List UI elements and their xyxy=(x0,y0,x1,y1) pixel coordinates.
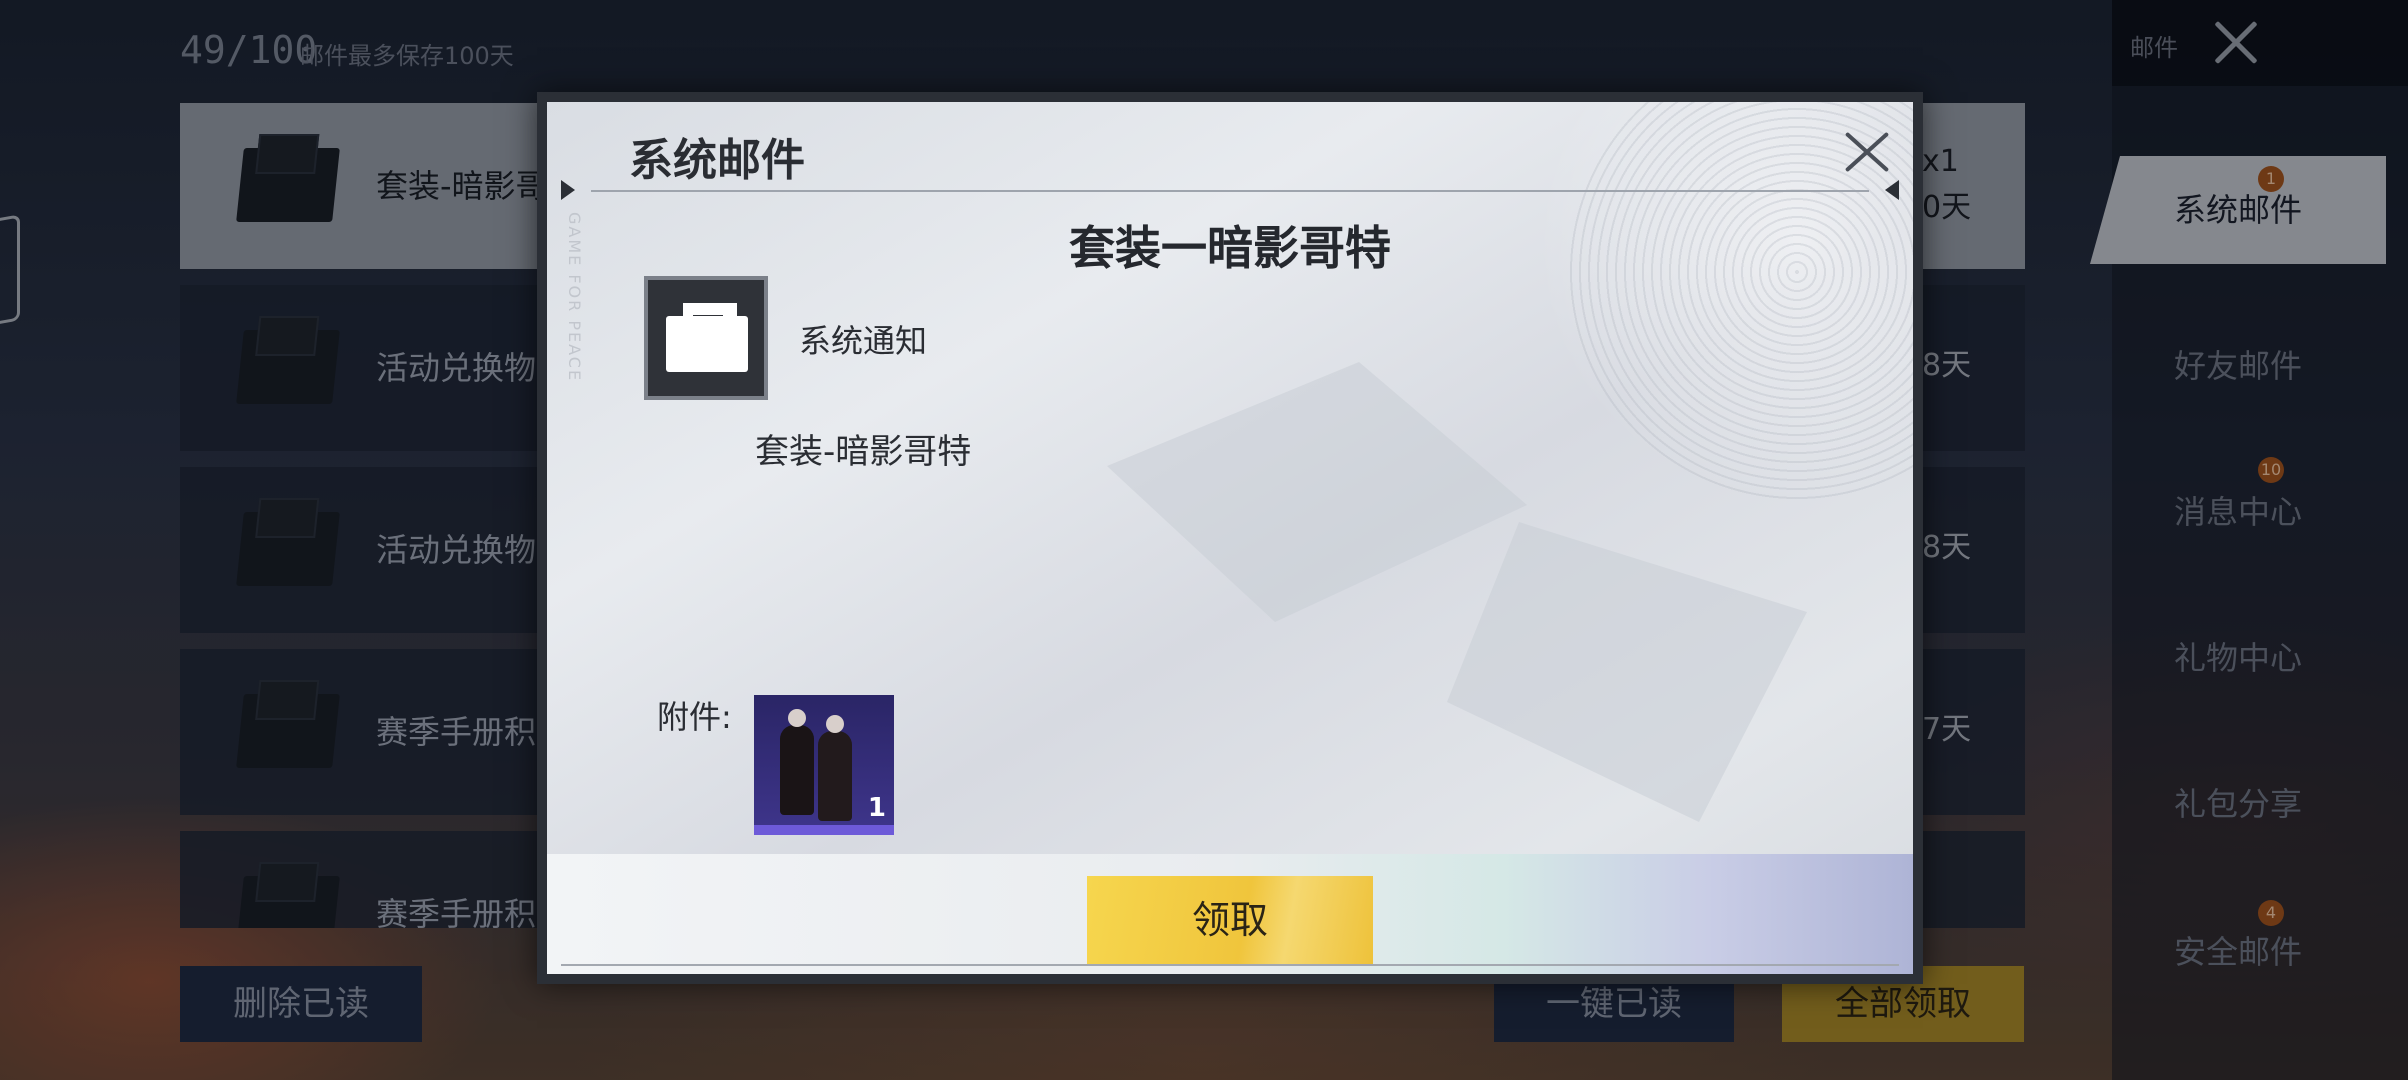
mail-heading: 套装一暗影哥特 xyxy=(1069,221,1391,275)
outfit-figure-icon xyxy=(818,715,852,821)
divider-marker-right xyxy=(1885,180,1899,200)
decorative-shard xyxy=(1107,362,1527,622)
outfit-figure-icon xyxy=(780,709,814,815)
attachment-label: 附件: xyxy=(657,698,732,736)
header-divider xyxy=(591,190,1869,192)
attachment-count: 1 xyxy=(867,793,886,823)
divider-marker-left xyxy=(561,180,575,200)
mail-body-text: 套装-暗影哥特 xyxy=(755,432,972,472)
footer-divider xyxy=(561,964,1899,966)
decorative-shard xyxy=(1447,522,1807,822)
sender-name: 系统通知 xyxy=(799,322,928,360)
mail-detail-dialog: 系统邮件 GAME FOR PEACE 套装一暗影哥特 系统通知 套装-暗影哥特… xyxy=(537,92,1923,984)
dialog-body: 系统邮件 GAME FOR PEACE 套装一暗影哥特 系统通知 套装-暗影哥特… xyxy=(547,102,1913,974)
close-icon[interactable] xyxy=(1839,124,1895,180)
claim-button[interactable]: 领取 xyxy=(1087,876,1373,964)
attachment-item[interactable]: 1 xyxy=(754,695,894,835)
dialog-title: 系统邮件 xyxy=(629,135,805,186)
envelope-icon xyxy=(666,316,748,372)
system-notice-icon xyxy=(644,276,768,400)
